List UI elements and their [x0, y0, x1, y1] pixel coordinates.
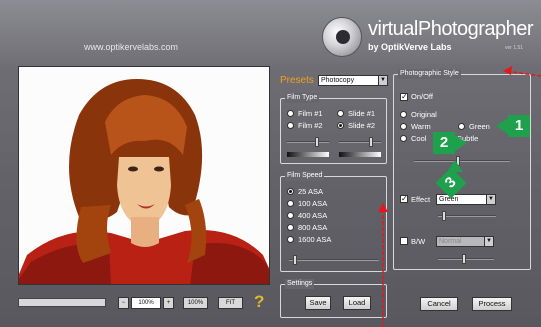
process-button[interactable]: Process: [472, 297, 512, 311]
zoom-100-button[interactable]: 100%: [183, 297, 208, 309]
callout-3-arrow: [447, 160, 463, 172]
effect-label: Effect: [411, 195, 431, 204]
on-off-checkbox[interactable]: ✓: [400, 93, 408, 101]
film2-label: Film #2: [298, 121, 323, 130]
photographic-style-title: Photographic Style: [398, 69, 461, 79]
help-icon[interactable]: ?: [254, 292, 264, 312]
app-window: www.optikervelabs.com virtualPhotographe…: [0, 0, 541, 327]
green-radio[interactable]: [458, 123, 465, 130]
slide2-radio[interactable]: [337, 122, 344, 129]
chevron-down-icon: ▼: [484, 237, 493, 246]
slide2-label: Slide #2: [348, 121, 376, 130]
effect-slider-thumb[interactable]: [442, 211, 446, 221]
film-speed-title: Film Speed: [285, 171, 325, 181]
film-speed-slider-thumb[interactable]: [293, 255, 297, 265]
chevron-down-icon: ▼: [486, 195, 495, 204]
version-label: ver 1.51: [505, 45, 524, 51]
film-speed-slider[interactable]: [289, 259, 379, 261]
original-radio[interactable]: [400, 111, 407, 118]
settings-title: Settings: [285, 279, 315, 289]
cancel-button[interactable]: Cancel: [420, 297, 458, 311]
speed-800-label: 800 ASA: [298, 223, 328, 232]
presets-value: Photocopy: [321, 77, 355, 84]
gradient-bar-2: [339, 152, 381, 157]
brand-subtitle: by OptikVerve Labs: [368, 42, 452, 52]
speed-100-label: 100 ASA: [298, 199, 328, 208]
photo-preview: [18, 66, 270, 285]
original-label: Original: [411, 110, 437, 119]
film1-label: Film #1: [298, 109, 323, 118]
cool-label: Cool: [411, 134, 427, 143]
callout-badge-1: 1: [508, 115, 530, 137]
film-speed-group: Film Speed 25 ASA 100 ASA 400 ASA 800 AS…: [280, 171, 387, 272]
film-type-slider-2[interactable]: [339, 141, 381, 143]
save-button[interactable]: Save: [305, 296, 331, 310]
callout-2-arrow: [455, 135, 467, 151]
load-button[interactable]: Load: [343, 296, 371, 310]
cool-radio[interactable]: [400, 135, 407, 142]
film2-radio[interactable]: [287, 122, 294, 129]
brand-title: virtualPhotographer: [368, 18, 534, 40]
zoom-value-field[interactable]: 100%: [131, 297, 161, 309]
logo-icon: [322, 17, 362, 57]
warm-label: Warm: [411, 122, 431, 131]
film-type-group: Film Type Film #1 Slide #1 Film #2 Slide…: [280, 93, 387, 164]
bw-slider[interactable]: [438, 258, 494, 260]
speed-25-label: 25 ASA: [298, 187, 324, 196]
bw-slider-thumb[interactable]: [462, 254, 466, 264]
settings-group: Settings Save Load: [280, 279, 387, 318]
film-type-slider-1-thumb[interactable]: [315, 137, 319, 147]
speed-100-radio[interactable]: [287, 200, 294, 207]
bw-dropdown[interactable]: Normal ▼: [436, 236, 494, 247]
effect-slider[interactable]: [438, 215, 496, 217]
speed-400-label: 400 ASA: [298, 211, 328, 220]
website-url[interactable]: www.optikervelabs.com: [84, 42, 178, 52]
effect-dropdown[interactable]: Green ▼: [436, 194, 496, 205]
chevron-down-icon: ▼: [378, 76, 387, 85]
presets-label: Presets: [280, 75, 314, 86]
film1-radio[interactable]: [287, 110, 294, 117]
zoom-out-button[interactable]: −: [118, 297, 129, 309]
gradient-bar-1: [287, 152, 329, 157]
speed-1600-label: 1600 ASA: [298, 235, 332, 244]
slide1-radio[interactable]: [337, 110, 344, 117]
green-label: Green: [469, 122, 490, 131]
presets-dropdown[interactable]: Photocopy ▼: [318, 75, 388, 86]
bw-value: Normal: [439, 238, 462, 245]
speed-400-radio[interactable]: [287, 212, 294, 219]
progress-track: [18, 298, 106, 307]
warm-radio[interactable]: [400, 123, 407, 130]
fit-button[interactable]: FIT: [218, 297, 243, 309]
bw-label: B/W: [411, 237, 426, 246]
speed-25-radio[interactable]: [287, 188, 294, 195]
speed-800-radio[interactable]: [287, 224, 294, 231]
film-type-slider-1[interactable]: [287, 141, 329, 143]
callout-badge-2: 2: [433, 132, 455, 154]
speed-1600-radio[interactable]: [287, 236, 294, 243]
on-off-label: On/Off: [411, 92, 433, 101]
zoom-in-button[interactable]: +: [163, 297, 174, 309]
film-type-title: Film Type: [285, 93, 320, 103]
photographic-style-group: Photographic Style ✓ On/Off Original War…: [393, 69, 531, 270]
bw-checkbox[interactable]: [400, 237, 408, 245]
film-type-slider-2-thumb[interactable]: [369, 137, 373, 147]
callout-1-arrow: [496, 118, 508, 134]
effect-checkbox[interactable]: ✓: [400, 195, 408, 203]
slide1-label: Slide #1: [348, 109, 376, 118]
